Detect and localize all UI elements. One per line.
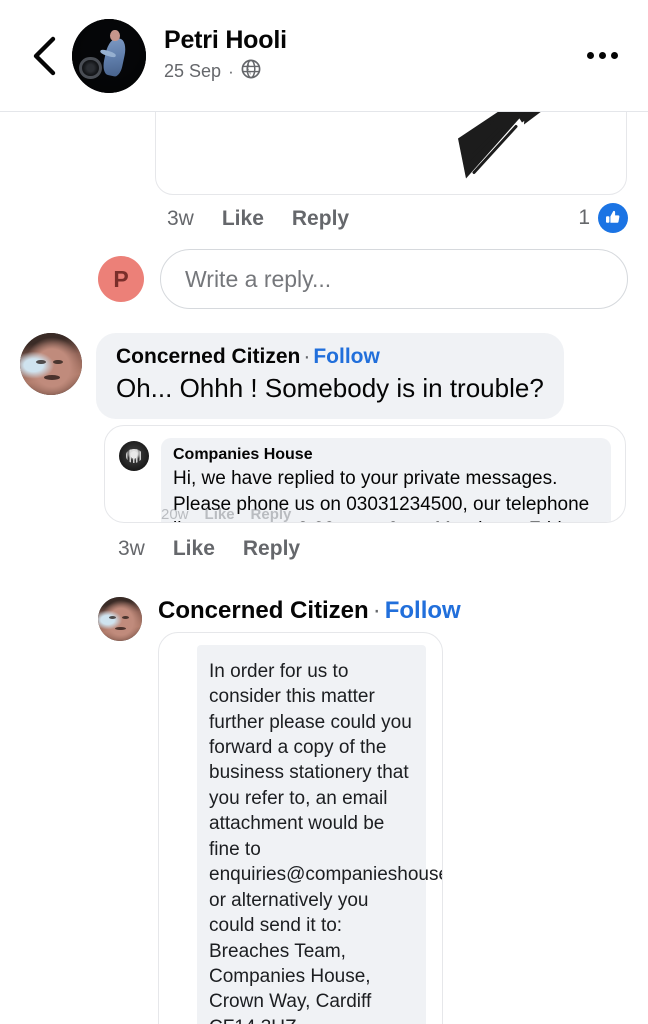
embedded-message-panel: In order for us to consider this matter … <box>197 644 442 1024</box>
author-avatar[interactable] <box>72 18 146 93</box>
comment-body: Concerned Citizen · Follow In order for us… <box>158 597 628 1024</box>
comment-attachment[interactable] <box>155 112 627 195</box>
author-name[interactable]: Petri Hooli <box>164 26 287 55</box>
comment-text: Oh... Ohhh ! Somebody is in trouble? <box>116 373 544 404</box>
embedded-page-name: Companies House <box>173 445 313 463</box>
embedded-screenshot-card[interactable]: In order for us to consider this matter … <box>158 631 443 1024</box>
embedded-paragraph: In order for us to consider this matter … <box>209 660 442 1024</box>
reply-button[interactable]: Reply <box>243 537 300 561</box>
comment-timestamp: 3w <box>167 207 194 230</box>
current-user-avatar: P <box>98 256 144 302</box>
comments-feed: 3w Like Reply 1 P Write a reply... Conce… <box>0 112 648 1024</box>
reaction-badge[interactable]: 1 <box>578 203 628 233</box>
comment-bubble: Concerned Citizen · Follow Oh... Ohhh ! So… <box>96 333 564 419</box>
globe-public-icon[interactable] <box>241 59 261 85</box>
like-button[interactable]: Like <box>173 537 215 561</box>
chevron-left-icon <box>31 36 57 76</box>
app-header: Petri Hooli 25 Sep · <box>0 0 648 112</box>
reply-input[interactable]: Write a reply... <box>160 249 628 309</box>
comment-actions-row: 3w Like Reply <box>118 523 648 571</box>
comment-actions-row: 3w Like Reply 1 <box>167 195 648 241</box>
user-photo-avatar <box>98 596 142 641</box>
embedded-screenshot-wrapper[interactable]: Companies House Hi, we have replied to y… <box>104 424 648 523</box>
comment-item: Concerned Citizen · Follow In order for us… <box>0 571 648 1024</box>
post-options-button[interactable] <box>578 32 626 80</box>
embedded-clipped-reply: Reply <box>250 505 292 523</box>
ellipsis-horizontal-icon <box>586 52 618 59</box>
hand-drawn-arrow-image <box>226 112 556 191</box>
comment-body: Concerned Citizen · Follow Oh... Ohhh ! So… <box>96 333 628 419</box>
name-separator: · <box>372 596 381 624</box>
commenter-avatar[interactable] <box>20 333 82 395</box>
commenter-name-row: Concerned Citizen · Follow <box>158 597 628 626</box>
back-button[interactable] <box>22 34 66 78</box>
embedded-screenshot-card: Companies House Hi, we have replied to y… <box>104 424 626 523</box>
comment-timestamp: 3w <box>118 536 145 560</box>
attachment-card <box>155 112 627 195</box>
commenter-name-row: Concerned Citizen · Follow <box>116 343 544 370</box>
user-photo-avatar <box>20 333 82 395</box>
commenter-name[interactable]: Concerned Citizen <box>116 345 300 368</box>
like-button[interactable]: Like <box>222 207 264 231</box>
reply-composer[interactable]: P Write a reply... <box>98 249 648 309</box>
reply-button[interactable]: Reply <box>292 207 349 231</box>
follow-link[interactable]: Follow <box>313 345 380 368</box>
reaction-count: 1 <box>578 206 590 229</box>
follow-link[interactable]: Follow <box>385 597 461 624</box>
comment-item: Concerned Citizen · Follow Oh... Ohhh ! So… <box>0 309 648 419</box>
embedded-clipped-like: Like <box>204 505 235 523</box>
thumbs-up-icon <box>598 203 628 233</box>
post-meta-row: 25 Sep · <box>164 59 287 85</box>
embedded-clipped-actions: 20w Like Reply <box>161 505 292 523</box>
reply-input-placeholder: Write a reply... <box>185 265 332 292</box>
commenter-avatar[interactable] <box>98 596 142 641</box>
name-separator: · <box>303 345 311 368</box>
author-meta: Petri Hooli 25 Sep · <box>164 26 287 84</box>
avatar-photo-wheel <box>79 56 102 80</box>
commenter-name[interactable]: Concerned Citizen <box>158 597 369 624</box>
meta-separator: · <box>228 61 234 81</box>
embedded-clipped-time: 20w <box>161 505 189 523</box>
post-detail-screen: Petri Hooli 25 Sep · 3w Like Reply 1 P W… <box>0 0 648 1024</box>
companies-house-crest-icon <box>119 440 149 471</box>
post-date: 25 Sep <box>164 61 222 82</box>
